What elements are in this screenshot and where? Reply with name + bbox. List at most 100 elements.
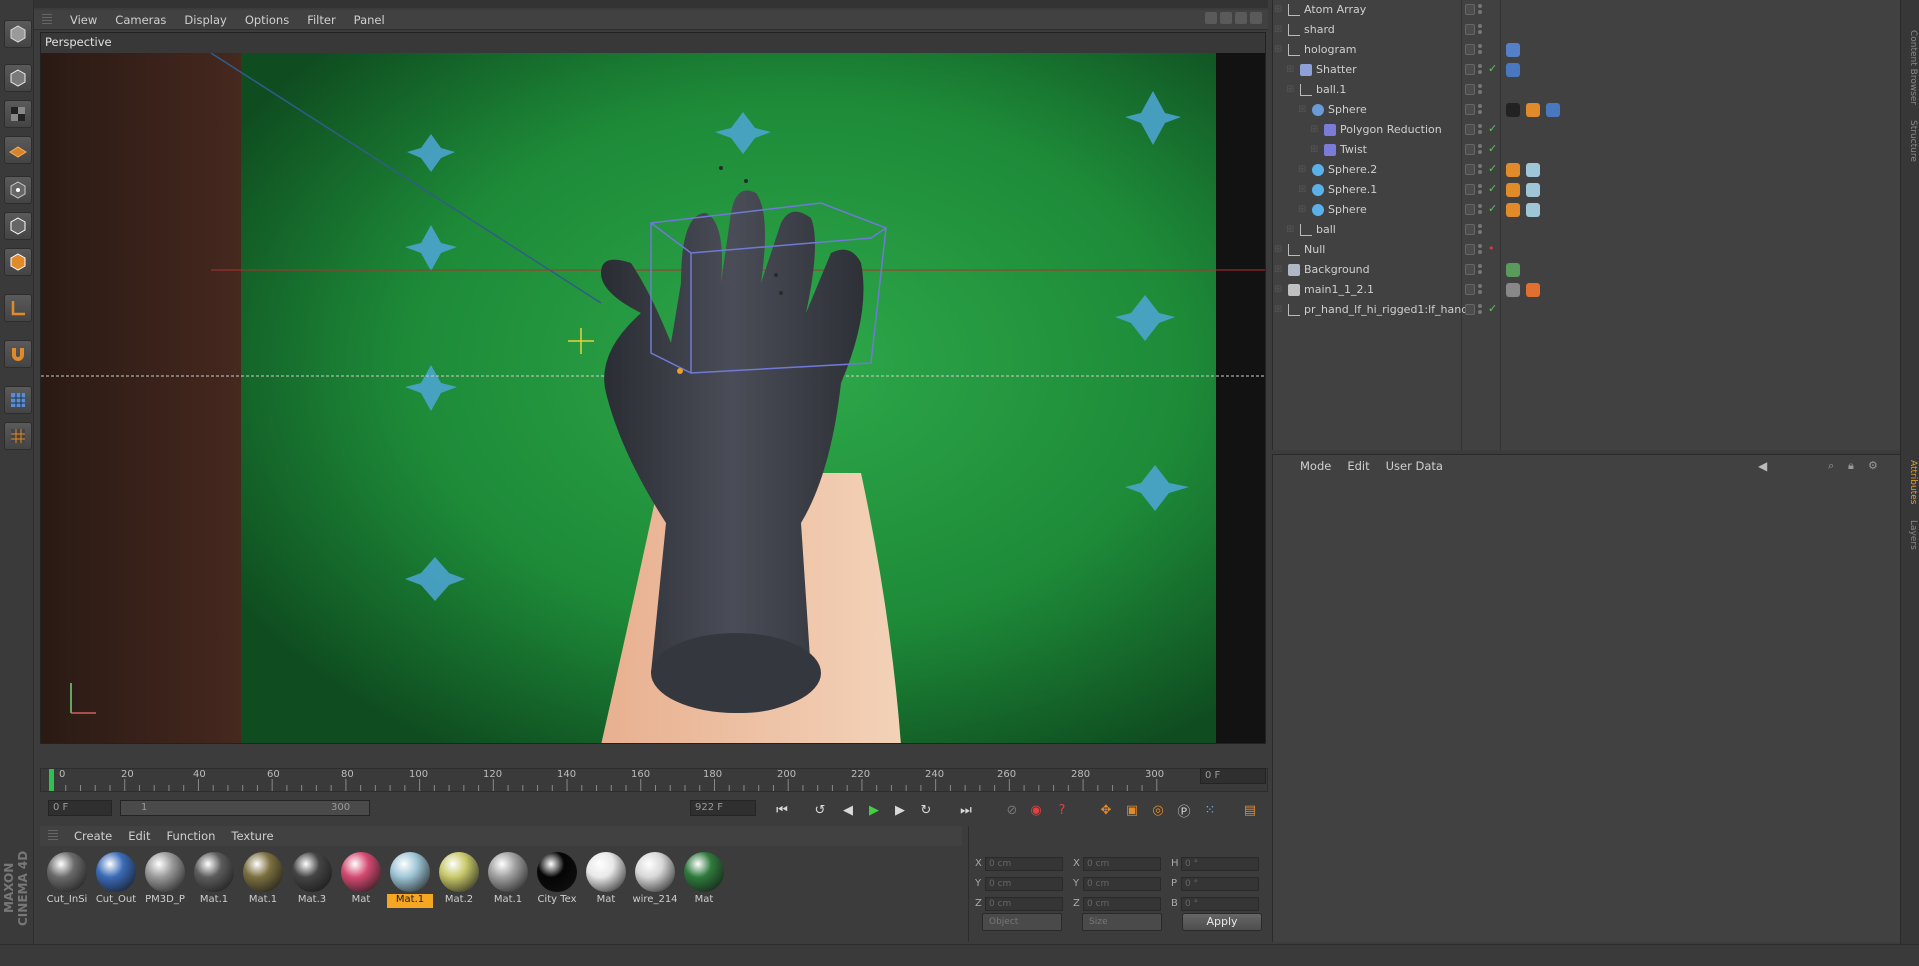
- object-row[interactable]: ⊞ Null •: [1272, 240, 1900, 260]
- layer-swatch-icon[interactable]: [1465, 124, 1475, 135]
- enabled-check-icon[interactable]: ✓: [1488, 162, 1497, 175]
- object-row[interactable]: ⊞ shard: [1272, 20, 1900, 40]
- visibility-dots-icon[interactable]: [1478, 243, 1484, 257]
- tab-structure[interactable]: Structure: [1903, 120, 1918, 162]
- enabled-check-icon[interactable]: ✓: [1488, 122, 1497, 135]
- layer-swatch-icon[interactable]: [1465, 304, 1475, 315]
- object-tag-icon[interactable]: [1506, 63, 1520, 77]
- layer-swatch-icon[interactable]: [1465, 44, 1475, 55]
- lock-workplane-button[interactable]: [4, 386, 32, 414]
- timeline-ruler[interactable]: 0 20 40 60 80 100 120 140 160 180 200 22…: [40, 768, 1268, 792]
- object-tag-icon[interactable]: [1526, 163, 1540, 177]
- material-swatch[interactable]: City Tex: [534, 850, 580, 908]
- keyframe-selection-button[interactable]: ?: [1050, 799, 1074, 821]
- menu-create[interactable]: Create: [74, 829, 112, 843]
- material-swatch[interactable]: Mat.2: [436, 850, 482, 908]
- menu-edit[interactable]: Edit: [1347, 459, 1369, 473]
- object-tag-icon[interactable]: [1526, 183, 1540, 197]
- workplane-button[interactable]: [4, 136, 32, 164]
- object-row[interactable]: ⊞ Background: [1272, 260, 1900, 280]
- object-tag-icon[interactable]: [1526, 283, 1540, 297]
- object-row[interactable]: ⊞ Atom Array: [1272, 0, 1900, 20]
- material-swatch[interactable]: Mat.1: [191, 850, 237, 908]
- axis-mode-button[interactable]: [4, 294, 32, 322]
- material-swatch[interactable]: Mat: [338, 850, 384, 908]
- material-swatch[interactable]: Mat.1: [240, 850, 286, 908]
- end-frame-field[interactable]: 922 F: [690, 800, 756, 816]
- start-frame-field[interactable]: 0 F: [48, 800, 112, 816]
- visibility-dots-icon[interactable]: [1478, 123, 1484, 137]
- planar-workplane-button[interactable]: [4, 422, 32, 450]
- menu-panel[interactable]: Panel: [354, 13, 385, 27]
- visibility-dots-icon[interactable]: [1478, 43, 1484, 57]
- position-z-field[interactable]: 0 cm: [985, 897, 1063, 911]
- apply-button[interactable]: Apply: [1182, 913, 1262, 931]
- material-swatch[interactable]: Mat.3: [289, 850, 335, 908]
- key-pla-button[interactable]: ⁙: [1198, 799, 1222, 821]
- object-row[interactable]: ⊞ Polygon Reduction ✓: [1272, 120, 1900, 140]
- rotate-view-icon[interactable]: [1235, 12, 1247, 24]
- settings-icon[interactable]: ⚙: [1868, 459, 1878, 472]
- tree-expand-icon[interactable]: ⊞: [1310, 120, 1318, 140]
- maximize-view-icon[interactable]: [1250, 12, 1262, 24]
- current-frame-field[interactable]: 0 F: [1200, 768, 1266, 784]
- object-row[interactable]: ⊞ ball.1: [1272, 80, 1900, 100]
- layer-swatch-icon[interactable]: [1465, 184, 1475, 195]
- tree-expand-icon[interactable]: ⊞: [1286, 80, 1294, 100]
- layer-swatch-icon[interactable]: [1465, 284, 1475, 295]
- object-row[interactable]: ⊞ pr_hand_lf_hi_rigged1:lf_hand ✓: [1272, 300, 1900, 320]
- auto-key-button[interactable]: ◉: [1024, 799, 1048, 821]
- tree-expand-icon[interactable]: ⊞: [1298, 180, 1306, 200]
- object-tag-icon[interactable]: [1526, 103, 1540, 117]
- layer-swatch-icon[interactable]: [1465, 84, 1475, 95]
- object-row[interactable]: ⊞ Sphere.1 ✓: [1272, 180, 1900, 200]
- visibility-dots-icon[interactable]: [1478, 83, 1484, 97]
- visibility-dots-icon[interactable]: [1478, 183, 1484, 197]
- object-row[interactable]: ⊞ Sphere: [1272, 100, 1900, 120]
- tree-expand-icon[interactable]: ⊞: [1274, 280, 1282, 300]
- tree-expand-icon[interactable]: ⊞: [1274, 300, 1282, 320]
- coordinate-system-dropdown[interactable]: Object: [982, 913, 1062, 931]
- key-parameter-button[interactable]: Ⓟ: [1172, 799, 1196, 821]
- prev-frame-button[interactable]: ◀: [836, 799, 860, 821]
- tree-expand-icon[interactable]: ⊞: [1274, 0, 1282, 20]
- rotation-p-field[interactable]: 0 °: [1181, 877, 1259, 891]
- material-swatch[interactable]: Cut_InSi: [44, 850, 90, 908]
- tab-layers[interactable]: Layers: [1903, 520, 1918, 550]
- visibility-dots-icon[interactable]: [1478, 163, 1484, 177]
- tree-expand-icon[interactable]: ⊞: [1298, 160, 1306, 180]
- preview-range-slider[interactable]: 1 300: [120, 800, 370, 816]
- menu-mode[interactable]: Mode: [1300, 459, 1331, 473]
- key-rotation-button[interactable]: ◎: [1146, 799, 1170, 821]
- polygons-mode-button[interactable]: [4, 248, 32, 276]
- material-swatch[interactable]: Cut_Out: [93, 850, 139, 908]
- undo-view-button[interactable]: [4, 20, 32, 48]
- goto-end-button[interactable]: ⏭: [954, 799, 978, 821]
- object-tag-icon[interactable]: [1506, 183, 1520, 197]
- menu-display[interactable]: Display: [184, 13, 226, 27]
- menu-filter[interactable]: Filter: [307, 13, 335, 27]
- enabled-check-icon[interactable]: ✓: [1488, 302, 1497, 315]
- goto-start-button[interactable]: ⏮: [770, 799, 794, 821]
- tree-expand-icon[interactable]: ⊞: [1286, 220, 1294, 240]
- tree-expand-icon[interactable]: ⊞: [1298, 200, 1306, 220]
- menu-edit[interactable]: Edit: [128, 829, 150, 843]
- search-icon[interactable]: ⌕: [1828, 459, 1834, 473]
- tree-expand-icon[interactable]: ⊞: [1274, 240, 1282, 260]
- object-row[interactable]: ⊞ main1_1_2.1: [1272, 280, 1900, 300]
- back-arrow-icon[interactable]: ◀: [1758, 459, 1767, 473]
- tree-expand-icon[interactable]: ⊞: [1286, 60, 1294, 80]
- layer-swatch-icon[interactable]: [1465, 244, 1475, 255]
- key-position-button[interactable]: ✥: [1094, 799, 1118, 821]
- object-tag-icon[interactable]: [1506, 43, 1520, 57]
- material-swatch[interactable]: wire_214: [632, 850, 678, 908]
- object-tag-icon[interactable]: [1506, 263, 1520, 277]
- menu-user-data[interactable]: User Data: [1386, 459, 1443, 473]
- enabled-check-icon[interactable]: ✓: [1488, 182, 1497, 195]
- size-z-field[interactable]: 0 cm: [1083, 897, 1161, 911]
- layer-swatch-icon[interactable]: [1465, 264, 1475, 275]
- layer-swatch-icon[interactable]: [1465, 224, 1475, 235]
- position-x-field[interactable]: 0 cm: [985, 857, 1063, 871]
- record-keys-button[interactable]: ⊘: [1000, 799, 1024, 821]
- visibility-dots-icon[interactable]: [1478, 103, 1484, 117]
